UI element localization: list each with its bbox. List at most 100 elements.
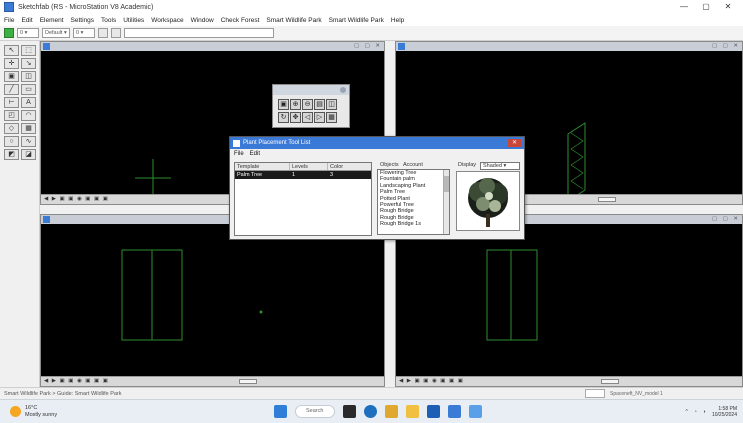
menu-help[interactable]: Help [391, 17, 404, 24]
view-previous-icon[interactable]: ◁ [302, 112, 313, 123]
wifi-icon[interactable]: ◔ [694, 409, 697, 415]
zoom-in-icon[interactable]: ⊕ [290, 99, 301, 110]
line-style-icon[interactable] [98, 28, 108, 38]
objects-list[interactable]: Flowering Tree Fountain palm Landscaping… [377, 169, 450, 235]
menu-window[interactable]: Window [191, 17, 214, 24]
view-2-scroll-thumb[interactable] [598, 197, 616, 202]
menu-file[interactable]: File [4, 17, 14, 24]
view-2-window-controls[interactable]: ▢ ▢ ✕ [712, 43, 740, 49]
menu-element[interactable]: Element [40, 17, 64, 24]
polygon-icon[interactable]: ▭ [21, 84, 36, 95]
view-4-scrollbar[interactable]: ◀ ▶ ▣ ▣ ◉ ▣ ▣ ▣ [396, 376, 742, 386]
arc-icon[interactable]: ◠ [21, 110, 36, 121]
column-color[interactable]: Color [328, 163, 371, 170]
measure-icon[interactable]: ◇ [4, 123, 19, 134]
line-icon[interactable]: ╱ [4, 84, 19, 95]
palette-close-icon[interactable] [340, 87, 346, 93]
weather-widget[interactable]: 16°C Mostly sunny [10, 405, 57, 418]
close-button[interactable]: ✕ [717, 0, 739, 14]
window-area-icon[interactable]: ▤ [314, 99, 325, 110]
menu-bar: File Edit Element Settings Tools Utiliti… [0, 14, 743, 26]
minimize-button[interactable]: — [673, 0, 695, 14]
fence-icon[interactable]: ⬚ [21, 45, 36, 56]
cell-icon[interactable]: ◰ [4, 110, 19, 121]
select-element-icon[interactable]: ↖ [4, 45, 19, 56]
fit-view-icon[interactable]: ◫ [326, 99, 337, 110]
dialog-close-button[interactable]: ✕ [508, 139, 521, 147]
rotate-view-icon[interactable]: ↻ [278, 112, 289, 123]
surface-icon[interactable]: ◩ [4, 149, 19, 160]
menu-workspace[interactable]: Workspace [151, 17, 183, 24]
active-color-button[interactable] [4, 28, 14, 38]
chat-icon[interactable] [364, 405, 377, 418]
column-levels[interactable]: Levels [290, 163, 328, 170]
key-in-field[interactable] [124, 28, 274, 38]
copy-view-icon[interactable]: ▦ [326, 112, 337, 123]
view-4-window-controls[interactable]: ▢ ▢ ✕ [712, 216, 740, 222]
cell-template: Palm Tree [237, 172, 263, 178]
dialog-app-icon [233, 139, 240, 147]
menu-edit[interactable]: Edit [21, 17, 32, 24]
circle-icon[interactable]: ○ [4, 136, 19, 147]
dialog-menu-edit[interactable]: Edit [250, 151, 260, 157]
view-4-scroll-thumb[interactable] [601, 379, 619, 384]
list-item[interactable]: Rough Bridge 1s [378, 221, 449, 227]
group-icon[interactable]: ◫ [21, 71, 36, 82]
objects-scrollbar[interactable] [443, 170, 449, 234]
update-view-icon[interactable]: ▣ [278, 99, 289, 110]
taskbar-search[interactable]: Search [295, 405, 335, 418]
start-icon[interactable] [274, 405, 287, 418]
app-taskbar-icon[interactable] [469, 405, 482, 418]
dialog-title-bar[interactable]: Plant Placement Tool List ✕ [230, 137, 524, 149]
volume-icon[interactable]: ◖ [703, 409, 706, 415]
menu-settings[interactable]: Settings [71, 17, 95, 24]
pattern-icon[interactable]: ▦ [21, 123, 36, 134]
view-4-view-controls[interactable]: ◀ ▶ ▣ ▣ ◉ ▣ ▣ ▣ [399, 378, 464, 385]
status-lock-box[interactable] [585, 389, 605, 398]
view-next-icon[interactable]: ▷ [314, 112, 325, 123]
view-3-scrollbar[interactable]: ◀ ▶ ▣ ▣ ◉ ▣ ▣ ▣ [41, 376, 384, 386]
style-select[interactable]: Default ▾ [42, 28, 70, 38]
text-icon[interactable]: A [21, 97, 36, 108]
app-icon [4, 2, 14, 12]
weather-text: 16°C Mostly sunny [25, 405, 57, 418]
level-select[interactable]: 0 ▾ [17, 28, 39, 38]
microstation-taskbar-icon[interactable] [448, 405, 461, 418]
line-weight-icon[interactable] [111, 28, 121, 38]
store-icon[interactable] [427, 405, 440, 418]
weight-select[interactable]: 0 ▾ [73, 28, 95, 38]
objects-scroll-thumb[interactable] [444, 176, 449, 192]
task-view-icon[interactable] [343, 405, 356, 418]
palette-title-bar[interactable] [273, 85, 349, 95]
curve-icon[interactable]: ∿ [21, 136, 36, 147]
dimension-icon[interactable]: ⊢ [4, 97, 19, 108]
column-template[interactable]: Template [235, 163, 290, 170]
folder-icon[interactable] [406, 405, 419, 418]
view-3-canvas[interactable] [41, 224, 384, 376]
view-1-view-controls[interactable]: ◀ ▶ ▣ ▣ ◉ ▣ ▣ ▣ [44, 196, 109, 203]
dialog-menu-file[interactable]: File [234, 151, 244, 157]
zoom-out-icon[interactable]: ⊖ [302, 99, 313, 110]
table-row[interactable]: Palm Tree 1 3 [235, 171, 371, 179]
pan-view-icon[interactable]: ✥ [290, 112, 301, 123]
view-3-scroll-thumb[interactable] [239, 379, 257, 384]
maximize-button[interactable]: ▢ [695, 0, 717, 14]
manipulate-icon[interactable]: ✛ [4, 58, 19, 69]
title-bar: Sketchfab (RS - MicroStation V8 Academic… [0, 0, 743, 14]
menu-check-forest[interactable]: Check Forest [221, 17, 260, 24]
menu-utilities[interactable]: Utilities [123, 17, 144, 24]
taskbar-clock[interactable]: 1:58 PM 10/25/2024 [712, 406, 737, 418]
view-4-canvas[interactable] [396, 224, 742, 376]
view-1-window-controls[interactable]: ▢ ▢ ✕ [354, 43, 382, 49]
menu-smart-wildlife-park[interactable]: Smart Wildlife Park [266, 17, 321, 24]
solid-icon[interactable]: ◪ [21, 149, 36, 160]
template-table[interactable]: Template Levels Color Palm Tree 1 3 [234, 162, 372, 236]
menu-smart-wildlife-park-2[interactable]: Smart Wildlife Park [329, 17, 384, 24]
menu-tools[interactable]: Tools [101, 17, 116, 24]
view-3-view-controls[interactable]: ◀ ▶ ▣ ▣ ◉ ▣ ▣ ▣ [44, 378, 109, 385]
file-explorer-icon[interactable] [385, 405, 398, 418]
delete-icon[interactable]: ▣ [4, 71, 19, 82]
display-select[interactable]: Shaded ▾ [480, 162, 520, 170]
modify-icon[interactable]: ↘ [21, 58, 36, 69]
tray-chevron-icon[interactable]: ^ [686, 409, 688, 415]
